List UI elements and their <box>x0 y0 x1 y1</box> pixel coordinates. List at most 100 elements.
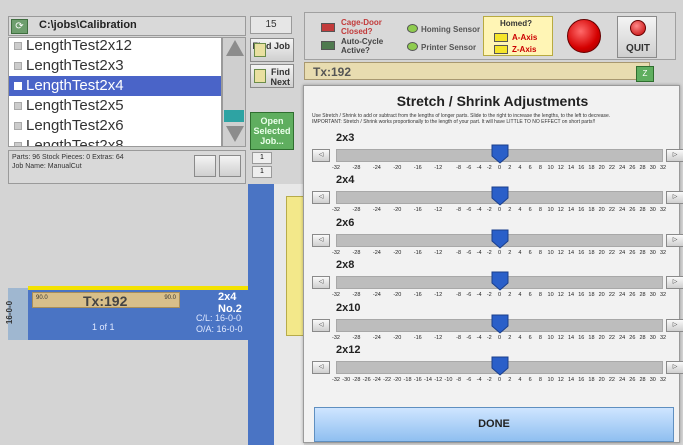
tick-label: -6 <box>466 207 472 213</box>
tick-label: 18 <box>588 165 595 171</box>
increase-icon[interactable]: ▷ <box>666 191 683 204</box>
open-selected-job-button[interactable]: Open Selected Job... <box>250 112 294 150</box>
slider-row-2x10: 2x10 ◁ ▷ -32 -28 -24 -20 -16 -12 -8 -6 -4 -2 0 2 4 6 8 10 1… <box>304 302 683 344</box>
slider-thumb[interactable] <box>491 186 509 206</box>
slider-thumb[interactable] <box>491 356 509 376</box>
slider-row-2x3: 2x3 ◁ ▷ -32 -28 -24 -20 -16 -12 -8 -6 -4 -2 0 2 4 6 8 10 12… <box>304 132 683 174</box>
decrease-icon[interactable]: ◁ <box>312 191 330 204</box>
refresh-icon[interactable]: ⟳ <box>11 19 28 34</box>
z-button[interactable]: Z <box>636 66 654 82</box>
tick-label: 2 <box>508 335 512 341</box>
decrease-icon[interactable]: ◁ <box>312 276 330 289</box>
slider-ticks: -32 -28 -24 -20 -16 -12 -8 -6 -4 -2 0 2 4 6 8 10 12 14 16 1… <box>332 165 666 173</box>
tick-label: 20 <box>598 292 605 298</box>
tick-label: 0 <box>497 207 502 213</box>
tick-label: 28 <box>639 207 646 213</box>
tick-label: 2 <box>508 377 512 383</box>
file-list-item[interactable]: LengthTest2x4 <box>9 76 221 96</box>
tick-label: 0 <box>497 292 502 298</box>
scroll-up-icon[interactable] <box>226 40 244 56</box>
side-box-1: 1 <box>252 152 272 164</box>
increase-icon[interactable]: ▷ <box>666 234 683 247</box>
tick-label: 16 <box>578 250 585 256</box>
export-icon[interactable] <box>219 155 241 177</box>
slider-thumb[interactable] <box>491 144 509 164</box>
file-list-item-label: LengthTest2x8 <box>26 137 124 147</box>
part-size: 2x4 <box>218 291 237 303</box>
file-icon <box>14 42 22 50</box>
tick-label: 32 <box>659 335 667 341</box>
tick-label: -6 <box>466 292 472 298</box>
increase-icon[interactable]: ▷ <box>666 319 683 332</box>
tick-label: -16 <box>413 250 422 256</box>
tick-label: -6 <box>466 335 472 341</box>
tick-label: 26 <box>629 250 636 256</box>
emergency-stop-button[interactable] <box>567 19 601 53</box>
tick-label: 18 <box>588 207 595 213</box>
decrease-icon[interactable]: ◁ <box>312 361 330 374</box>
a-axis-label: A-Axis <box>512 33 538 42</box>
tick-label: -20 <box>393 377 402 383</box>
tick-label: 4 <box>518 377 522 383</box>
find-job-button[interactable]: Find Job <box>250 38 294 62</box>
decrease-icon[interactable]: ◁ <box>312 319 330 332</box>
tick-label: -4 <box>476 335 482 341</box>
tick-label: -28 <box>352 377 361 383</box>
tick-label: 4 <box>518 250 522 256</box>
tick-label: 30 <box>649 250 656 256</box>
tick-label: 26 <box>629 165 636 171</box>
scroll-down-icon[interactable] <box>226 126 244 142</box>
tick-label: 8 <box>538 335 542 341</box>
file-icon <box>14 62 22 70</box>
tick-label: -12 <box>434 292 443 298</box>
decrease-icon[interactable]: ◁ <box>312 149 330 162</box>
stretch-shrink-dialog: Stretch / Shrink Adjustments Use Stretch… <box>303 85 683 443</box>
slider-thumb[interactable] <box>491 271 509 291</box>
increase-icon[interactable]: ▷ <box>666 361 683 374</box>
tick-label: 28 <box>639 335 646 341</box>
file-list-item[interactable]: LengthTest2x5 <box>9 96 221 116</box>
z-axis-led <box>494 45 508 54</box>
increase-icon[interactable]: ▷ <box>666 276 683 289</box>
tick-label: 30 <box>649 165 656 171</box>
tick-label: 6 <box>528 250 532 256</box>
part-count: 1 of 1 <box>92 322 115 332</box>
done-button[interactable]: DONE <box>314 407 674 442</box>
tick-label: -28 <box>352 335 361 341</box>
tick-label: -8 <box>456 292 462 298</box>
tick-label: -20 <box>393 165 402 171</box>
tick-label: -32 <box>332 377 340 383</box>
file-list[interactable]: LengthTest2x12 LengthTest2x3 LengthTest2x4… <box>8 37 222 147</box>
slider-thumb[interactable] <box>491 314 509 334</box>
tick-label: 2 <box>508 292 512 298</box>
slider-label: 2x6 <box>336 217 355 229</box>
file-list-item[interactable]: LengthTest2x3 <box>9 56 221 76</box>
file-list-item[interactable]: LengthTest2x8 <box>9 136 221 147</box>
dialog-title: Stretch / Shrink Adjustments <box>396 93 589 109</box>
tick-label: -18 <box>403 377 412 383</box>
tick-label: -28 <box>352 207 361 213</box>
cage-door-led <box>321 23 335 32</box>
slider-thumb[interactable] <box>491 229 509 249</box>
decrease-icon[interactable]: ◁ <box>312 234 330 247</box>
part-tx: Tx:192 <box>83 293 128 309</box>
tick-label: 24 <box>619 335 626 341</box>
z-axis-label: Z-Axis <box>512 45 537 54</box>
tick-label: -28 <box>352 165 361 171</box>
tick-label: -14 <box>423 377 432 383</box>
scroll-thumb[interactable] <box>224 110 244 122</box>
tick-label: 4 <box>518 292 522 298</box>
quit-label: QUIT <box>626 43 650 54</box>
increase-icon[interactable]: ▷ <box>666 149 683 162</box>
file-list-item[interactable]: LengthTest2x6 <box>9 116 221 136</box>
part-angle-right: 90.0 <box>164 295 176 301</box>
search-icon[interactable] <box>194 155 216 177</box>
tick-label: 22 <box>608 250 615 256</box>
tick-label: -16 <box>413 292 422 298</box>
file-list-scrollbar[interactable] <box>222 37 246 147</box>
tick-label: -2 <box>486 250 492 256</box>
tick-label: 20 <box>598 335 605 341</box>
find-next-button[interactable]: Find Next <box>250 64 294 88</box>
quit-button[interactable]: QUIT <box>617 16 657 58</box>
file-list-item[interactable]: LengthTest2x12 <box>9 38 221 56</box>
